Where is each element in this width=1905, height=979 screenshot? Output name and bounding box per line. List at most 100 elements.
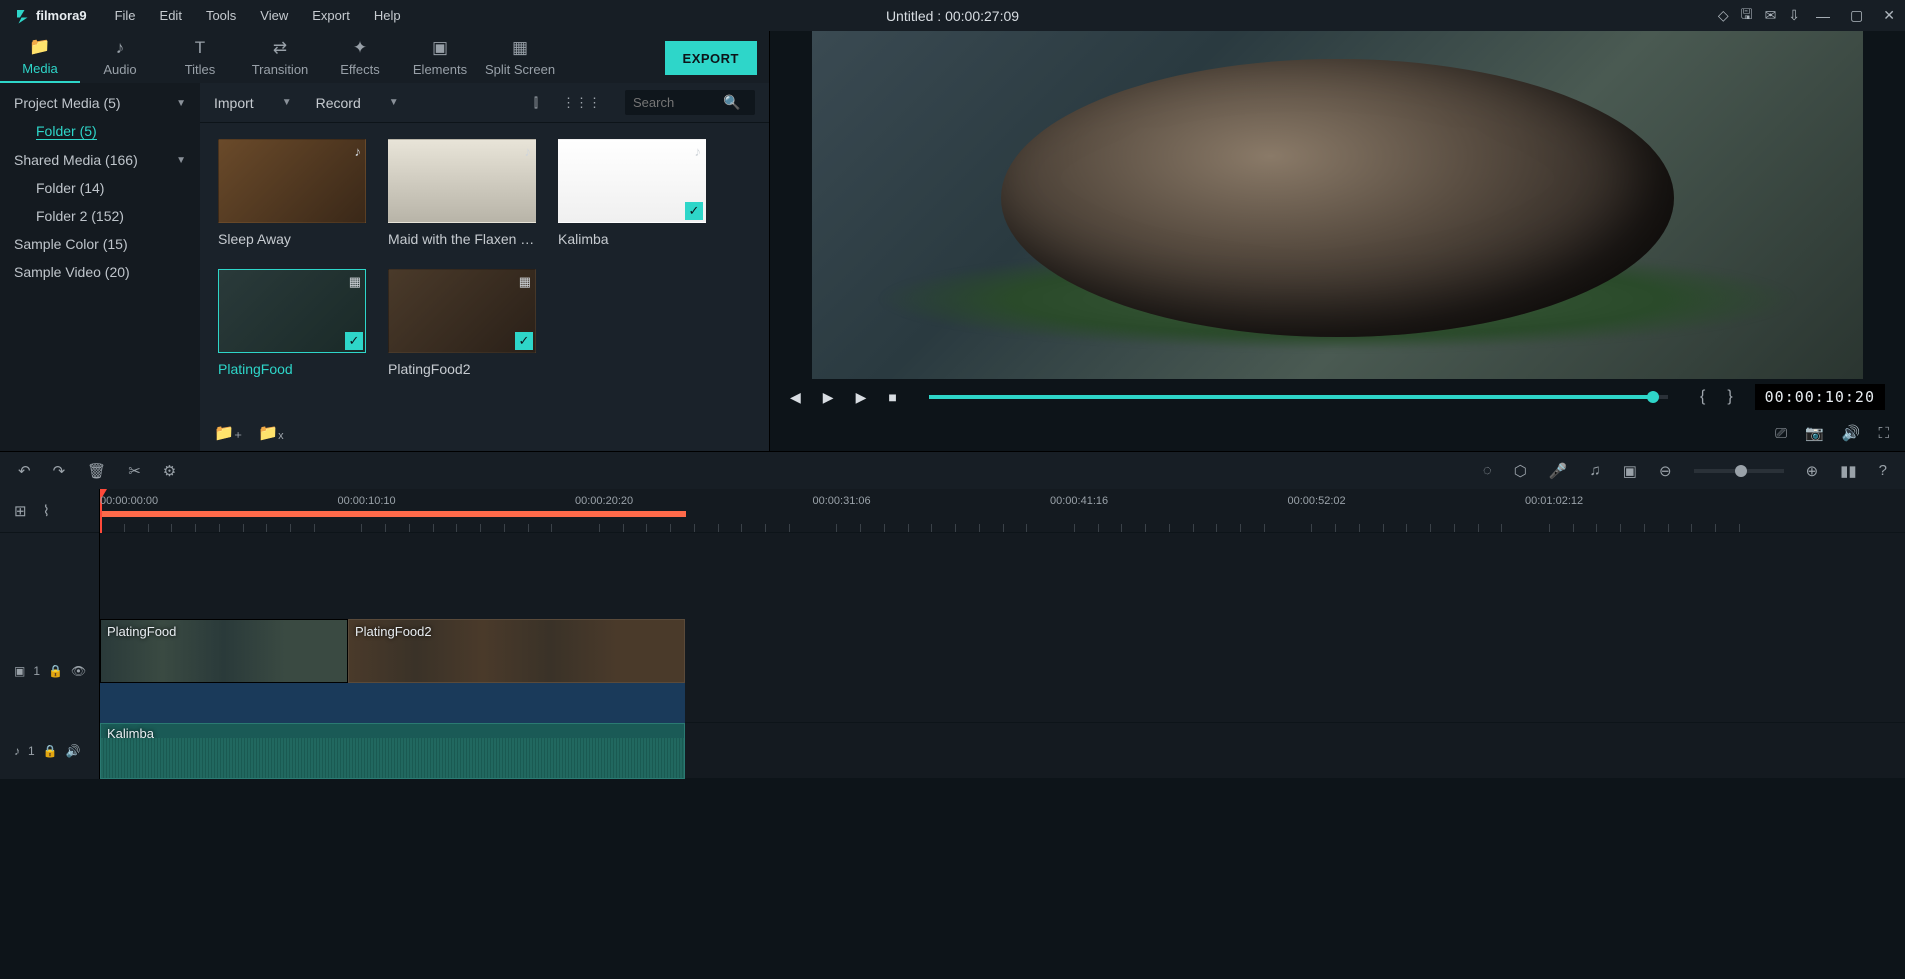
filter-icon[interactable]: ⫿ [534, 95, 538, 111]
menu-help[interactable]: Help [362, 2, 413, 29]
sidebar-item-project-media[interactable]: Project Media (5)▼ [0, 89, 200, 117]
audio-track-header[interactable]: ♪ 1 🔒 🔊 [0, 723, 99, 779]
menu-edit[interactable]: Edit [148, 2, 194, 29]
search-input[interactable] [633, 95, 723, 110]
sidebar-item-sample-color[interactable]: Sample Color (15) [0, 230, 200, 258]
adjust-button[interactable]: ⚙ [163, 462, 176, 480]
sidebar-item-folder-5[interactable]: Folder (5) [0, 117, 200, 146]
media-item-title: PlatingFood2 [388, 361, 536, 377]
minimize-button[interactable]: — [1812, 8, 1834, 24]
progress-bar[interactable] [929, 395, 1668, 399]
video-track-header[interactable]: ▣ 1 🔒 👁 [0, 619, 99, 723]
cut-button[interactable]: ✂ [128, 462, 141, 480]
tab-media[interactable]: 📁Media [0, 31, 80, 83]
play-button[interactable]: ▶ [823, 389, 834, 406]
media-thumbnail[interactable]: ▦✓ [218, 269, 366, 353]
module-tabs: 📁Media ♪Audio TTitles ⇄Transition ✦Effec… [0, 31, 769, 83]
maximize-button[interactable]: ▢ [1846, 7, 1867, 24]
voiceover-icon[interactable]: 🎤 [1549, 462, 1568, 480]
media-thumbnail[interactable]: ♪✓ [558, 139, 706, 223]
menu-view[interactable]: View [248, 2, 300, 29]
lock-icon[interactable]: 🔒 [43, 744, 58, 758]
media-item[interactable]: ▦✓PlatingFood [218, 269, 366, 377]
tab-effects[interactable]: ✦Effects [320, 31, 400, 83]
media-thumbnail[interactable]: ▦✓ [388, 269, 536, 353]
media-thumbnail[interactable]: ♪ [388, 139, 536, 223]
search-input-wrap[interactable]: 🔍 [625, 90, 755, 115]
record-dropdown[interactable]: Record▼ [316, 95, 399, 111]
import-dropdown[interactable]: Import▼ [214, 95, 292, 111]
media-item[interactable]: ♪Sleep Away [218, 139, 366, 247]
tab-titles[interactable]: TTitles [160, 31, 240, 83]
progress-knob[interactable] [1647, 391, 1659, 403]
audio-track-row[interactable]: Kalimba [100, 723, 1905, 779]
ruler-tick: 00:00:31:06 [813, 495, 871, 507]
remove-folder-icon[interactable]: 📁ₓ [258, 423, 283, 443]
stop-button[interactable]: ■ [888, 389, 896, 405]
volume-icon[interactable]: 🔊 [1842, 424, 1861, 442]
video-clip-platingfood2[interactable]: PlatingFood2 [348, 619, 685, 683]
zoom-knob[interactable] [1735, 465, 1747, 477]
mark-out-button[interactable]: } [1727, 388, 1732, 406]
add-folder-icon[interactable]: 📁₊ [214, 423, 242, 443]
zoom-out-button[interactable]: ⊖ [1659, 462, 1672, 480]
video-clip-audio-lane[interactable] [100, 683, 348, 723]
snapshot-icon[interactable]: 📷 [1805, 424, 1824, 442]
split-icon: ▦ [512, 38, 528, 58]
sidebar-item-folder-14[interactable]: Folder (14) [0, 174, 200, 202]
delete-button[interactable]: 🗑 [87, 462, 106, 480]
tab-split-screen[interactable]: ▦Split Screen [480, 31, 560, 83]
zoom-fit-button[interactable]: ▮▮ [1840, 462, 1857, 480]
zoom-slider[interactable] [1694, 469, 1784, 473]
mark-in-button[interactable]: { [1700, 388, 1705, 406]
mute-icon[interactable]: 🔊 [66, 744, 81, 758]
tab-transition[interactable]: ⇄Transition [240, 31, 320, 83]
search-icon[interactable]: 🔍 [723, 94, 740, 111]
play-forward-button[interactable]: ▶ [856, 389, 867, 406]
filmora-icon [14, 7, 32, 25]
add-track-button[interactable]: ⊞ [14, 502, 27, 520]
message-icon[interactable]: ✉ [1765, 7, 1777, 24]
magnet-button[interactable]: ⌇ [43, 502, 50, 520]
export-button[interactable]: EXPORT [665, 41, 757, 75]
time-ruler[interactable]: 00:00:00:0000:00:10:1000:00:20:2000:00:3… [100, 489, 1905, 533]
media-item[interactable]: ♪ Maid with the Flaxen H... [388, 139, 536, 247]
chevron-down-icon: ▼ [282, 97, 292, 108]
account-icon[interactable]: ◇ [1718, 7, 1729, 24]
prev-frame-button[interactable]: ◀ [790, 389, 801, 406]
undo-button[interactable]: ↶ [18, 462, 31, 480]
lock-icon[interactable]: 🔒 [48, 664, 63, 678]
preview-viewport[interactable] [812, 31, 1863, 379]
media-item[interactable]: ▦✓ PlatingFood2 [388, 269, 536, 377]
media-thumbnail[interactable]: ♪ [218, 139, 366, 223]
quality-icon[interactable]: ⎚ [1775, 425, 1787, 442]
redo-button[interactable]: ↷ [53, 462, 66, 480]
video-clip-audio-lane[interactable] [348, 683, 685, 723]
mic-icon[interactable]: ⇩ [1788, 7, 1800, 24]
fullscreen-icon[interactable]: ⛶ [1878, 425, 1889, 442]
video-track-row[interactable]: PlatingFood PlatingFood2 [100, 619, 1905, 723]
media-item[interactable]: ♪✓Kalimba [558, 139, 706, 247]
audio-mixer-icon[interactable]: ♫ [1590, 462, 1601, 479]
audio-clip-kalimba[interactable]: Kalimba [100, 723, 685, 779]
crop-icon[interactable]: ▣ [1623, 462, 1637, 480]
sidebar-item-shared-media[interactable]: Shared Media (166)▼ [0, 146, 200, 174]
sidebar-item-sample-video[interactable]: Sample Video (20) [0, 258, 200, 286]
help-icon[interactable]: ? [1879, 462, 1887, 479]
tab-elements[interactable]: ▣Elements [400, 31, 480, 83]
menu-export[interactable]: Export [300, 2, 362, 29]
close-button[interactable]: ✕ [1879, 7, 1899, 24]
menu-file[interactable]: File [103, 2, 148, 29]
tab-audio[interactable]: ♪Audio [80, 31, 160, 83]
media-item-title: Maid with the Flaxen H... [388, 231, 536, 247]
marker-icon[interactable]: ⬡ [1514, 462, 1527, 480]
sidebar-item-folder-2-152[interactable]: Folder 2 (152) [0, 202, 200, 230]
grid-view-icon[interactable]: ⋮⋮⋮ [562, 95, 601, 111]
video-clip-platingfood[interactable]: PlatingFood [100, 619, 348, 683]
render-icon[interactable]: ◌ [1483, 462, 1492, 479]
elements-icon: ▣ [432, 38, 448, 58]
visibility-icon[interactable]: 👁 [71, 664, 86, 678]
zoom-in-button[interactable]: ⊕ [1806, 462, 1819, 480]
save-icon[interactable]: 🖫 [1741, 4, 1753, 28]
menu-tools[interactable]: Tools [194, 2, 248, 29]
